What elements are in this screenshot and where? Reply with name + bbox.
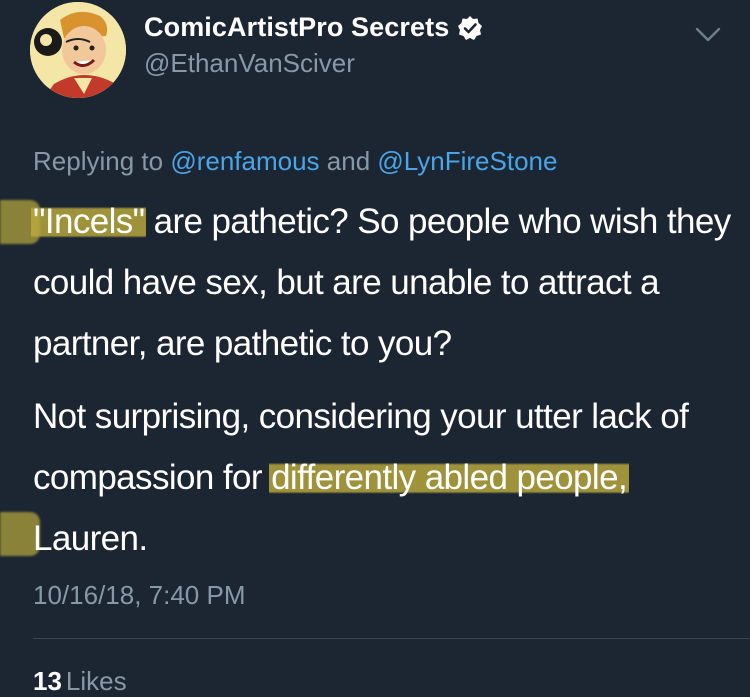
author-avatar[interactable] (30, 2, 126, 98)
mention-lynfirestone[interactable]: @LynFireStone (377, 146, 557, 176)
author-name-row: ComicArtistPro Secrets (144, 12, 483, 43)
tweet-text-paragraph-2: Not surprising, considering your utter l… (33, 386, 738, 569)
highlighted-text: "Incels" (31, 202, 147, 241)
author-handle[interactable]: @EthanVanSciver (144, 48, 355, 79)
tweet-timestamp[interactable]: 10/16/18, 7:40 PM (33, 580, 245, 611)
tweet-text-segment: Lauren. (33, 519, 148, 558)
author-display-name[interactable]: ComicArtistPro Secrets (144, 12, 449, 43)
likes-stat[interactable]: 13 Likes (33, 666, 127, 697)
chevron-down-icon[interactable] (692, 22, 724, 46)
cartoon-avatar-icon (30, 2, 126, 98)
replying-to-joiner: and (319, 146, 378, 176)
replying-to-label: Replying to (33, 146, 171, 176)
divider (33, 638, 750, 639)
tweet-text-paragraph-1: "Incels" are pathetic? So people who wis… (31, 191, 738, 374)
mention-renfamous[interactable]: @renfamous (170, 146, 319, 176)
highlighted-text: differently abled people, (269, 458, 630, 497)
replying-to-line: Replying to @renfamous and @LynFireStone (33, 146, 557, 177)
verified-badge-icon (457, 15, 483, 41)
tweet-detail: ComicArtistPro Secrets @EthanVanSciver R… (0, 0, 750, 696)
